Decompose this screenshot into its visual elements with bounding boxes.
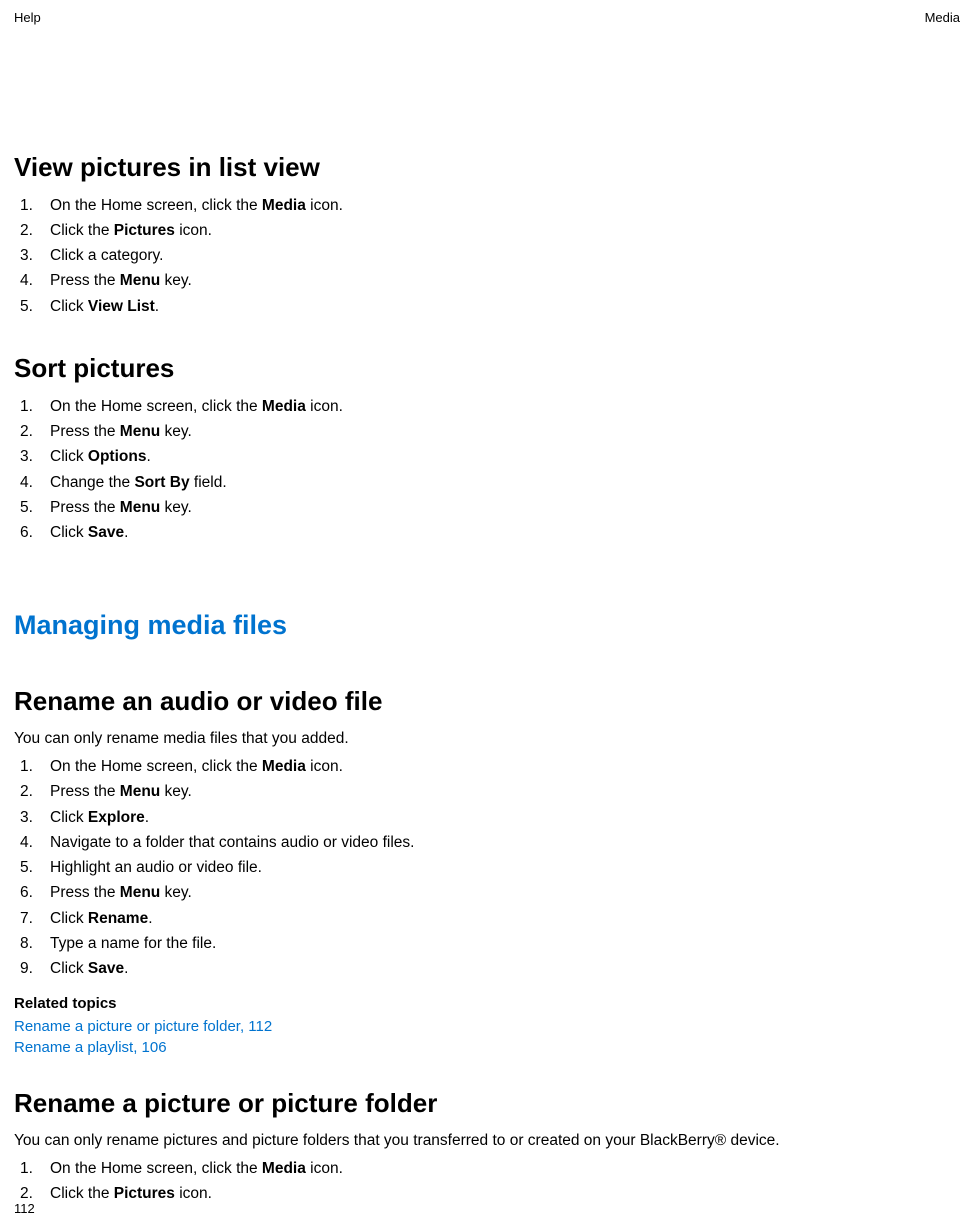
list-item: 1.On the Home screen, click the Media ic…: [14, 754, 960, 779]
step-number: 4.: [14, 269, 50, 292]
steps-rename-audio-video: 1.On the Home screen, click the Media ic…: [14, 754, 960, 981]
steps-view-pictures: 1.On the Home screen, click the Media ic…: [14, 193, 960, 319]
list-item: 7.Click Rename.: [14, 906, 960, 931]
step-text: Click View List.: [50, 295, 159, 318]
list-item: 5.Click View List.: [14, 294, 960, 319]
list-item: 9.Click Save.: [14, 956, 960, 981]
list-item: 1.On the Home screen, click the Media ic…: [14, 1156, 960, 1181]
step-text: On the Home screen, click the Media icon…: [50, 194, 343, 217]
step-number: 2.: [14, 219, 50, 242]
step-number: 8.: [14, 932, 50, 955]
related-link-2[interactable]: Rename a playlist, 106: [14, 1037, 960, 1058]
step-number: 3.: [14, 445, 50, 468]
step-number: 6.: [14, 521, 50, 544]
step-text: Press the Menu key.: [50, 780, 192, 803]
step-text: Navigate to a folder that contains audio…: [50, 831, 414, 854]
step-text: Click Save.: [50, 521, 128, 544]
list-item: 1.On the Home screen, click the Media ic…: [14, 394, 960, 419]
steps-sort-pictures: 1.On the Home screen, click the Media ic…: [14, 394, 960, 546]
step-number: 1.: [14, 395, 50, 418]
note-rename-audio-video: You can only rename media files that you…: [14, 727, 960, 750]
list-item: 4.Press the Menu key.: [14, 268, 960, 293]
step-number: 3.: [14, 806, 50, 829]
step-number: 2.: [14, 780, 50, 803]
step-number: 6.: [14, 881, 50, 904]
step-text: Press the Menu key.: [50, 496, 192, 519]
step-text: Type a name for the file.: [50, 932, 216, 955]
step-text: On the Home screen, click the Media icon…: [50, 1157, 343, 1180]
list-item: 2.Click the Pictures icon.: [14, 218, 960, 243]
step-text: On the Home screen, click the Media icon…: [50, 395, 343, 418]
list-item: 2.Press the Menu key.: [14, 779, 960, 804]
related-link-1[interactable]: Rename a picture or picture folder, 112: [14, 1016, 960, 1037]
step-number: 9.: [14, 957, 50, 980]
step-number: 1.: [14, 755, 50, 778]
heading-rename-audio-video: Rename an audio or video file: [14, 682, 960, 721]
list-item: 8.Type a name for the file.: [14, 931, 960, 956]
steps-rename-picture: 1.On the Home screen, click the Media ic…: [14, 1156, 960, 1207]
header-right: Media: [925, 8, 960, 28]
list-item: 3.Click Options.: [14, 444, 960, 469]
list-item: 4.Navigate to a folder that contains aud…: [14, 830, 960, 855]
step-text: Change the Sort By field.: [50, 471, 227, 494]
page-header: Help Media: [14, 8, 960, 28]
page-number: 112: [14, 1199, 35, 1219]
step-number: 1.: [14, 194, 50, 217]
step-number: 7.: [14, 907, 50, 930]
step-number: 5.: [14, 295, 50, 318]
step-number: 4.: [14, 471, 50, 494]
list-item: 2.Press the Menu key.: [14, 419, 960, 444]
step-number: 3.: [14, 244, 50, 267]
related-topics-heading: Related topics: [14, 993, 960, 1016]
heading-rename-picture: Rename a picture or picture folder: [14, 1084, 960, 1123]
step-text: Click Save.: [50, 957, 128, 980]
list-item: 5.Press the Menu key.: [14, 495, 960, 520]
step-text: Click the Pictures icon.: [50, 1182, 212, 1205]
step-text: On the Home screen, click the Media icon…: [50, 755, 343, 778]
list-item: 3.Click Explore.: [14, 805, 960, 830]
list-item: 4.Change the Sort By field.: [14, 470, 960, 495]
list-item: 6.Press the Menu key.: [14, 880, 960, 905]
heading-view-pictures: View pictures in list view: [14, 148, 960, 187]
list-item: 2.Click the Pictures icon.: [14, 1181, 960, 1206]
heading-sort-pictures: Sort pictures: [14, 349, 960, 388]
list-item: 1.On the Home screen, click the Media ic…: [14, 193, 960, 218]
step-text: Press the Menu key.: [50, 269, 192, 292]
heading-managing-media: Managing media files: [14, 605, 960, 646]
step-text: Highlight an audio or video file.: [50, 856, 262, 879]
list-item: 6.Click Save.: [14, 520, 960, 545]
step-number: 1.: [14, 1157, 50, 1180]
step-number: 5.: [14, 856, 50, 879]
step-text: Click Options.: [50, 445, 151, 468]
step-number: 2.: [14, 420, 50, 443]
step-text: Click a category.: [50, 244, 163, 267]
step-number: 4.: [14, 831, 50, 854]
list-item: 5.Highlight an audio or video file.: [14, 855, 960, 880]
step-number: 5.: [14, 496, 50, 519]
step-text: Click the Pictures icon.: [50, 219, 212, 242]
step-text: Click Explore.: [50, 806, 149, 829]
step-text: Press the Menu key.: [50, 881, 192, 904]
list-item: 3.Click a category.: [14, 243, 960, 268]
header-left: Help: [14, 8, 41, 28]
step-text: Press the Menu key.: [50, 420, 192, 443]
note-rename-picture: You can only rename pictures and picture…: [14, 1129, 960, 1152]
step-text: Click Rename.: [50, 907, 153, 930]
